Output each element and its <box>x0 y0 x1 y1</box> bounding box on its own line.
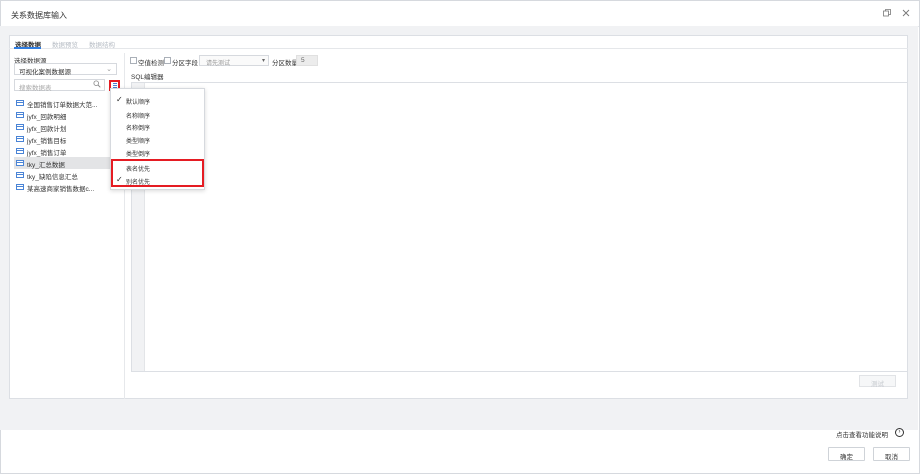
checkmark-icon: ✓ <box>116 95 123 104</box>
table-icon <box>16 124 24 130</box>
table-item[interactable]: 某高速商家销售数据c... <box>14 181 110 193</box>
table-icon <box>16 148 24 154</box>
table-list: 全国销售订单数据大范... jyfx_回款明细 jyfx_回款计划 jyfx_销… <box>14 97 110 193</box>
test-button-label: 测试 <box>871 381 884 388</box>
table-name: 某高速商家销售数据c... <box>27 186 95 193</box>
partition-checkbox[interactable] <box>164 57 171 64</box>
partition-placeholder: 请先测试 <box>206 61 231 67</box>
table-icon <box>16 100 24 106</box>
confirm-button[interactable]: 确定 <box>828 447 865 461</box>
arrow-right-circle-icon[interactable]: › <box>895 428 904 437</box>
table-item[interactable]: jyfx_回款计划 <box>14 121 110 133</box>
table-name: jyfx_销售目标 <box>27 138 67 145</box>
menu-item-label: 默认顺序 <box>126 100 151 106</box>
confirm-button-label: 确定 <box>840 454 853 461</box>
empty-check-label: 空值检测 <box>138 60 164 67</box>
sql-editor[interactable] <box>131 82 908 372</box>
cancel-button-label: 取消 <box>885 454 898 461</box>
menu-item-label: 类型顺序 <box>126 139 151 145</box>
menu-item-name-desc[interactable]: 名称倒序 <box>111 120 204 132</box>
annotation-highlight-box <box>111 159 204 187</box>
search-placeholder: 搜索数据表 <box>19 85 52 92</box>
table-icon <box>16 136 24 142</box>
dropdown-arrow-icon: ▾ <box>261 58 265 64</box>
table-search-input[interactable]: 搜索数据表 <box>14 79 105 92</box>
close-icon[interactable] <box>900 8 912 20</box>
empty-check-checkbox[interactable] <box>130 57 137 64</box>
tab-bar: 选择数据 数据预览 数据结构 <box>9 35 908 49</box>
table-icon <box>16 184 24 190</box>
chevron-down-icon: ⌄ <box>106 66 112 73</box>
cancel-button[interactable]: 取消 <box>873 447 910 461</box>
partition-field-select[interactable]: 请先测试 ▾ <box>199 55 269 67</box>
partition-count-value: 5 <box>301 57 305 64</box>
menu-item-name-asc[interactable]: 名称顺序 <box>111 108 204 120</box>
search-icon <box>93 80 101 88</box>
table-name: jyfx_销售订单 <box>27 150 67 157</box>
sql-editor-label: SQL编辑器 <box>131 74 164 81</box>
title-bar: 关系数据库输入 <box>1 1 919 27</box>
table-item[interactable]: jyfx_销售订单 <box>14 145 110 157</box>
active-tab-indicator <box>14 47 41 49</box>
menu-item-label: 类型倒序 <box>126 152 151 158</box>
table-item-selected[interactable]: tky_汇总数据 <box>14 157 110 169</box>
table-name: tky_汇总数据 <box>27 162 65 169</box>
partition-label: 分区字段 <box>172 60 198 67</box>
datasource-value: 可视化案例数据源 <box>19 69 71 76</box>
partition-count-input[interactable]: 5 <box>296 55 318 66</box>
help-link[interactable]: 点击查看功能说明 <box>836 429 888 439</box>
table-item[interactable]: tky_缺陷信息汇总 <box>14 169 110 181</box>
partition-count-label: 分区数量 <box>272 60 298 67</box>
table-item[interactable]: jyfx_销售目标 <box>14 133 110 145</box>
table-name: tky_缺陷信息汇总 <box>27 174 78 181</box>
menu-item-label: 名称倒序 <box>126 126 151 132</box>
menu-item-type-asc[interactable]: 类型顺序 <box>111 133 204 145</box>
table-item[interactable]: jyfx_回款明细 <box>14 109 110 121</box>
menu-item-type-desc[interactable]: 类型倒序 <box>111 146 204 158</box>
table-icon <box>16 160 24 166</box>
tab-data-preview[interactable]: 数据预览 <box>52 39 78 49</box>
menu-item-default-order[interactable]: ✓ 默认顺序 <box>111 94 204 106</box>
table-name: 全国销售订单数据大范... <box>27 102 98 109</box>
test-button[interactable]: 测试 <box>859 375 896 388</box>
restore-icon[interactable] <box>881 8 893 20</box>
menu-item-label: 名称顺序 <box>126 114 151 120</box>
datasource-select[interactable]: 可视化案例数据源 ⌄ <box>14 63 117 76</box>
tab-data-structure[interactable]: 数据结构 <box>89 39 115 49</box>
table-name: jyfx_回款明细 <box>27 114 67 121</box>
table-item[interactable]: 全国销售订单数据大范... <box>14 97 110 109</box>
table-icon <box>16 112 24 118</box>
dialog-title: 关系数据库输入 <box>11 11 67 20</box>
table-name: jyfx_回款计划 <box>27 126 67 133</box>
table-icon <box>16 172 24 178</box>
